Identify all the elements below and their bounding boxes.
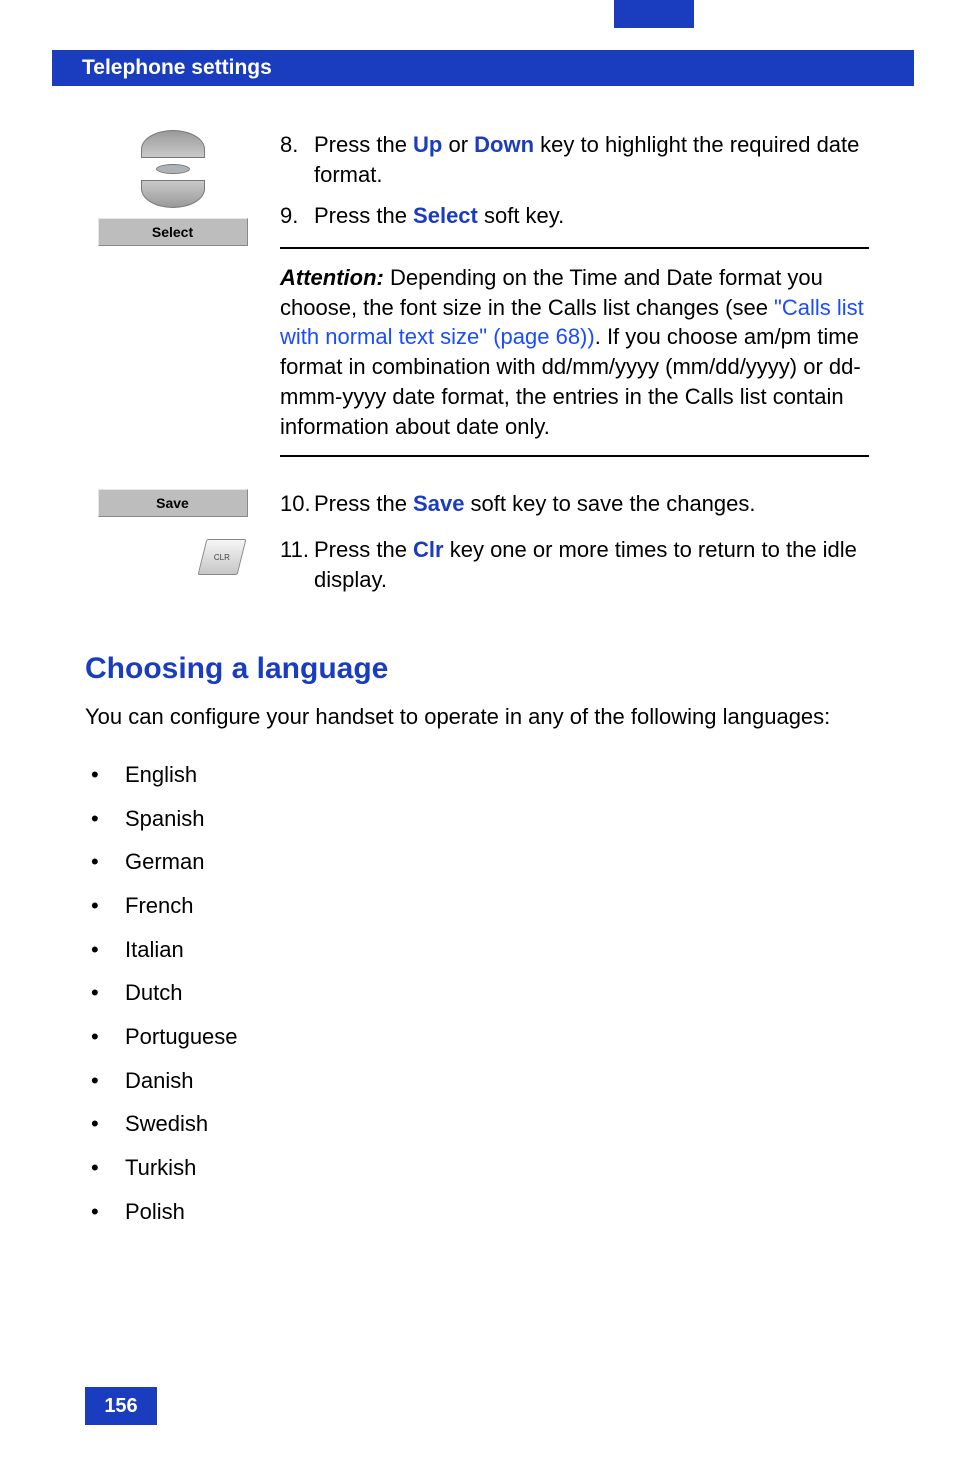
key-illustration-select: Select: [85, 130, 260, 485]
nav-down-icon: [141, 180, 205, 208]
select-label: Select: [152, 224, 193, 240]
s9-post: soft key.: [478, 203, 564, 228]
step-11-text: Press the Clr key one or more times to r…: [314, 535, 869, 594]
lang-8: Swedish: [125, 1109, 208, 1139]
s8-key-down: Down: [474, 132, 534, 157]
lang-1: Spanish: [125, 804, 205, 834]
language-list: English Spanish German French Italian Du…: [85, 760, 869, 1227]
lang-0: English: [125, 760, 197, 790]
step-block-11: CLR 11. Press the Clr key one or more ti…: [85, 535, 869, 606]
step-block-10: Save 10. Press the Save soft key to save…: [85, 489, 869, 531]
lang-10: Polish: [125, 1197, 185, 1227]
list-item: Danish: [91, 1066, 869, 1096]
step-8: 8. Press the Up or Down key to highlight…: [280, 130, 869, 189]
save-softkey-icon: Save: [98, 489, 248, 517]
key-illustration-clr: CLR: [85, 535, 260, 606]
s10-post: soft key to save the changes.: [464, 491, 755, 516]
s10-pre: Press the: [314, 491, 413, 516]
lang-4: Italian: [125, 935, 184, 965]
list-item: Turkish: [91, 1153, 869, 1183]
s9-key-select: Select: [413, 203, 478, 228]
s9-pre: Press the: [314, 203, 413, 228]
step-9-number: 9.: [280, 201, 314, 231]
step-9: 9. Press the Select soft key.: [280, 201, 869, 231]
step-8-text: Press the Up or Down key to highlight th…: [314, 130, 869, 189]
page-number: 156: [85, 1387, 157, 1425]
save-label: Save: [156, 495, 189, 511]
list-item: English: [91, 760, 869, 790]
step-10-number: 10.: [280, 489, 314, 519]
step-10-text: Press the Save soft key to save the chan…: [314, 489, 869, 519]
clr-label: CLR: [214, 552, 230, 561]
s8-mid: or: [442, 132, 474, 157]
s11-pre: Press the: [314, 537, 413, 562]
list-item: Polish: [91, 1197, 869, 1227]
s11-key-clr: Clr: [413, 537, 444, 562]
list-item: Italian: [91, 935, 869, 965]
page-number-value: 156: [104, 1395, 137, 1418]
select-softkey-icon: Select: [98, 218, 248, 246]
nav-up-icon: [141, 130, 205, 158]
step-11-number: 11.: [280, 535, 314, 594]
lang-5: Dutch: [125, 978, 182, 1008]
key-illustration-save: Save: [85, 489, 260, 531]
attention-label: Attention:: [280, 265, 384, 290]
lang-2: German: [125, 847, 204, 877]
lang-9: Turkish: [125, 1153, 196, 1183]
step-8-number: 8.: [280, 130, 314, 189]
list-item: Spanish: [91, 804, 869, 834]
section-heading: Choosing a language: [85, 652, 869, 686]
s8-key-up: Up: [413, 132, 442, 157]
list-item: Portuguese: [91, 1022, 869, 1052]
lang-6: Portuguese: [125, 1022, 238, 1052]
step-9-text: Press the Select soft key.: [314, 201, 869, 231]
step-10: 10. Press the Save soft key to save the …: [280, 489, 869, 519]
list-item: Dutch: [91, 978, 869, 1008]
list-item: German: [91, 847, 869, 877]
section-header: Telephone settings: [52, 50, 914, 86]
s10-key-save: Save: [413, 491, 464, 516]
attention-note: Attention: Depending on the Time and Dat…: [280, 247, 869, 457]
top-ribbon: [614, 0, 694, 28]
s8-pre: Press the: [314, 132, 413, 157]
lang-3: French: [125, 891, 193, 921]
clr-key-icon: CLR: [198, 539, 247, 575]
step-11: 11. Press the Clr key one or more times …: [280, 535, 869, 594]
nav-key-icon: [127, 130, 219, 208]
section-intro: You can configure your handset to operat…: [85, 702, 869, 732]
lang-7: Danish: [125, 1066, 193, 1096]
header-title: Telephone settings: [82, 56, 272, 80]
list-item: Swedish: [91, 1109, 869, 1139]
step-block-8-9: Select 8. Press the Up or Down key to hi…: [85, 130, 869, 485]
page-content: Select 8. Press the Up or Down key to hi…: [85, 130, 869, 1241]
list-item: French: [91, 891, 869, 921]
nav-center-icon: [156, 164, 190, 174]
